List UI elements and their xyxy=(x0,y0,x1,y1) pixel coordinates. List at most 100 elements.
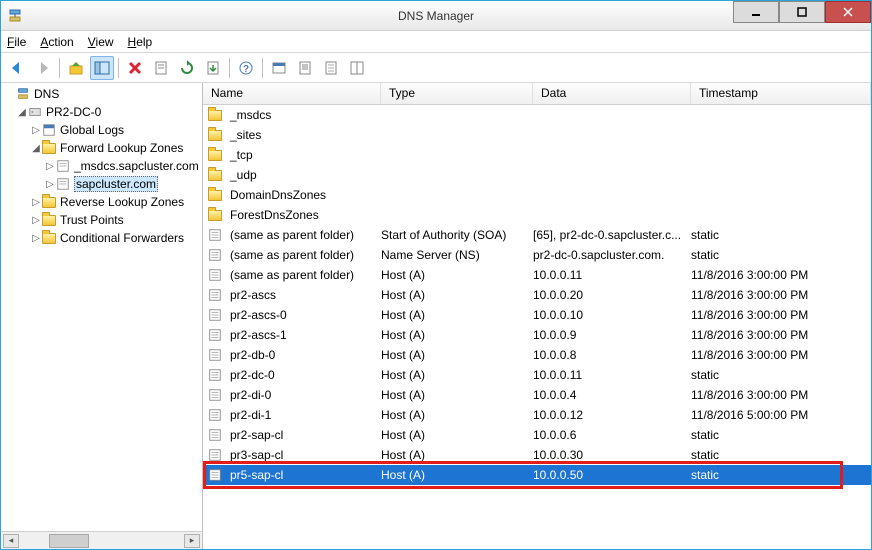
tree-forward-zones[interactable]: ◢ Forward Lookup Zones xyxy=(3,139,202,157)
tree-horizontal-scrollbar[interactable]: ◂ ▸ xyxy=(1,531,202,549)
scroll-right-button[interactable]: ▸ xyxy=(184,534,200,548)
tree-trust-points[interactable]: ▷ Trust Points xyxy=(3,211,202,229)
list-record-row[interactable]: pr2-sap-cl Host (A) 10.0.0.6 static xyxy=(203,425,871,445)
list-folder-row[interactable]: _tcp xyxy=(203,145,871,165)
back-button[interactable] xyxy=(5,56,29,80)
list-cell-data: 10.0.0.20 xyxy=(533,288,691,302)
menu-file[interactable]: File xyxy=(7,35,26,49)
list-cell-name: pr2-ascs-1 xyxy=(230,328,287,342)
folder-icon xyxy=(41,230,57,246)
list-folder-row[interactable]: _udp xyxy=(203,165,871,185)
scroll-thumb[interactable] xyxy=(49,534,89,548)
list-cell-data: 10.0.0.30 xyxy=(533,448,691,462)
expand-icon[interactable]: ▷ xyxy=(31,197,41,208)
list-cell-timestamp: static xyxy=(691,248,871,262)
column-header-timestamp[interactable]: Timestamp xyxy=(691,83,871,104)
tree-msdcs-zone[interactable]: ▷ _msdcs.sapcluster.com xyxy=(3,157,202,175)
column-button[interactable] xyxy=(345,56,369,80)
tree-root-dns[interactable]: DNS xyxy=(3,85,202,103)
list-cell-data: 10.0.0.11 xyxy=(533,268,691,282)
menu-help[interactable]: Help xyxy=(128,35,153,49)
export-button[interactable] xyxy=(201,56,225,80)
expand-icon[interactable]: ▷ xyxy=(45,161,55,172)
record-icon xyxy=(207,427,223,443)
new-record-button[interactable] xyxy=(293,56,317,80)
list-record-row[interactable]: pr2-ascs-1 Host (A) 10.0.0.9 11/8/2016 3… xyxy=(203,325,871,345)
list-folder-row[interactable]: _sites xyxy=(203,125,871,145)
menu-view[interactable]: View xyxy=(88,35,114,49)
list-cell-data: 10.0.0.4 xyxy=(533,388,691,402)
tree-pane[interactable]: DNS ◢ PR2-DC-0 ▷ Global Logs ◢ Forward L… xyxy=(1,83,203,549)
expand-icon[interactable]: ▷ xyxy=(31,215,41,226)
list-cell-type: Host (A) xyxy=(381,368,533,382)
properties-button[interactable] xyxy=(149,56,173,80)
list-cell-type: Host (A) xyxy=(381,328,533,342)
list-record-row[interactable]: (same as parent folder) Host (A) 10.0.0.… xyxy=(203,265,871,285)
list-cell-name: (same as parent folder) xyxy=(230,248,354,262)
list-folder-row[interactable]: _msdcs xyxy=(203,105,871,125)
list-cell-name: (same as parent folder) xyxy=(230,268,354,282)
list-record-row[interactable]: (same as parent folder) Name Server (NS)… xyxy=(203,245,871,265)
list-cell-type: Host (A) xyxy=(381,428,533,442)
new-wizard-button[interactable] xyxy=(267,56,291,80)
server-icon xyxy=(27,104,43,120)
list-record-row[interactable]: pr2-di-1 Host (A) 10.0.0.12 11/8/2016 5:… xyxy=(203,405,871,425)
list-record-row[interactable]: pr3-sap-cl Host (A) 10.0.0.30 static xyxy=(203,445,871,465)
expand-icon[interactable]: ▷ xyxy=(31,125,41,136)
list-record-row[interactable]: pr2-db-0 Host (A) 10.0.0.8 11/8/2016 3:0… xyxy=(203,345,871,365)
window-controls xyxy=(733,1,871,30)
menu-action[interactable]: Action xyxy=(40,35,73,49)
maximize-button[interactable] xyxy=(779,1,825,23)
tree-server[interactable]: ◢ PR2-DC-0 xyxy=(3,103,202,121)
list-record-row[interactable]: pr2-ascs-0 Host (A) 10.0.0.10 11/8/2016 … xyxy=(203,305,871,325)
folder-icon xyxy=(207,147,223,163)
column-header-name[interactable]: Name xyxy=(203,83,381,104)
list-cell-type: Host (A) xyxy=(381,268,533,282)
scroll-left-button[interactable]: ◂ xyxy=(3,534,19,548)
show-hide-tree-button[interactable] xyxy=(90,56,114,80)
delete-button[interactable] xyxy=(123,56,147,80)
expand-icon[interactable]: ▷ xyxy=(45,179,55,190)
folder-icon xyxy=(207,207,223,223)
column-header-type[interactable]: Type xyxy=(381,83,533,104)
list-cell-name: _sites xyxy=(230,128,261,142)
list-body[interactable]: _msdcs _sites _tcp _udp DomainDnsZones F… xyxy=(203,105,871,549)
list-cell-name: pr2-ascs xyxy=(230,288,276,302)
list-record-row[interactable]: pr5-sap-cl Host (A) 10.0.0.50 static xyxy=(203,465,871,485)
forward-button[interactable] xyxy=(31,56,55,80)
list-folder-row[interactable]: ForestDnsZones xyxy=(203,205,871,225)
list-record-row[interactable]: (same as parent folder) Start of Authori… xyxy=(203,225,871,245)
list-cell-name: pr3-sap-cl xyxy=(230,448,283,462)
collapse-icon[interactable]: ◢ xyxy=(31,143,41,154)
record-icon xyxy=(207,227,223,243)
list-cell-name: _udp xyxy=(230,168,257,182)
list-cell-type: Host (A) xyxy=(381,468,533,482)
refresh-button[interactable] xyxy=(175,56,199,80)
record-icon xyxy=(207,347,223,363)
folder-icon xyxy=(207,187,223,203)
app-icon xyxy=(7,8,23,24)
expand-icon[interactable]: ▷ xyxy=(31,233,41,244)
list-record-row[interactable]: pr2-dc-0 Host (A) 10.0.0.11 static xyxy=(203,365,871,385)
expand-icon[interactable]: ◢ xyxy=(17,107,27,118)
list-cell-name: DomainDnsZones xyxy=(230,188,326,202)
tree-global-logs[interactable]: ▷ Global Logs xyxy=(3,121,202,139)
tree-conditional-forwarders[interactable]: ▷ Conditional Forwarders xyxy=(3,229,202,247)
up-button[interactable] xyxy=(64,56,88,80)
minimize-button[interactable] xyxy=(733,1,779,23)
list-folder-row[interactable]: DomainDnsZones xyxy=(203,185,871,205)
column-header-data[interactable]: Data xyxy=(533,83,691,104)
tree-reverse-zones[interactable]: ▷ Reverse Lookup Zones xyxy=(3,193,202,211)
filter-button[interactable] xyxy=(319,56,343,80)
list-cell-type: Host (A) xyxy=(381,408,533,422)
help-button[interactable]: ? xyxy=(234,56,258,80)
tree-sapcluster-zone[interactable]: ▷ sapcluster.com xyxy=(3,175,202,193)
list-record-row[interactable]: pr2-di-0 Host (A) 10.0.0.4 11/8/2016 3:0… xyxy=(203,385,871,405)
list-pane: Name Type Data Timestamp _msdcs _sites _… xyxy=(203,83,871,549)
list-record-row[interactable]: pr2-ascs Host (A) 10.0.0.20 11/8/2016 3:… xyxy=(203,285,871,305)
toolbar: ? xyxy=(1,53,871,83)
main-area: DNS ◢ PR2-DC-0 ▷ Global Logs ◢ Forward L… xyxy=(1,83,871,549)
list-cell-timestamp: 11/8/2016 5:00:00 PM xyxy=(691,408,871,422)
list-cell-name: pr2-di-1 xyxy=(230,408,271,422)
close-button[interactable] xyxy=(825,1,871,23)
